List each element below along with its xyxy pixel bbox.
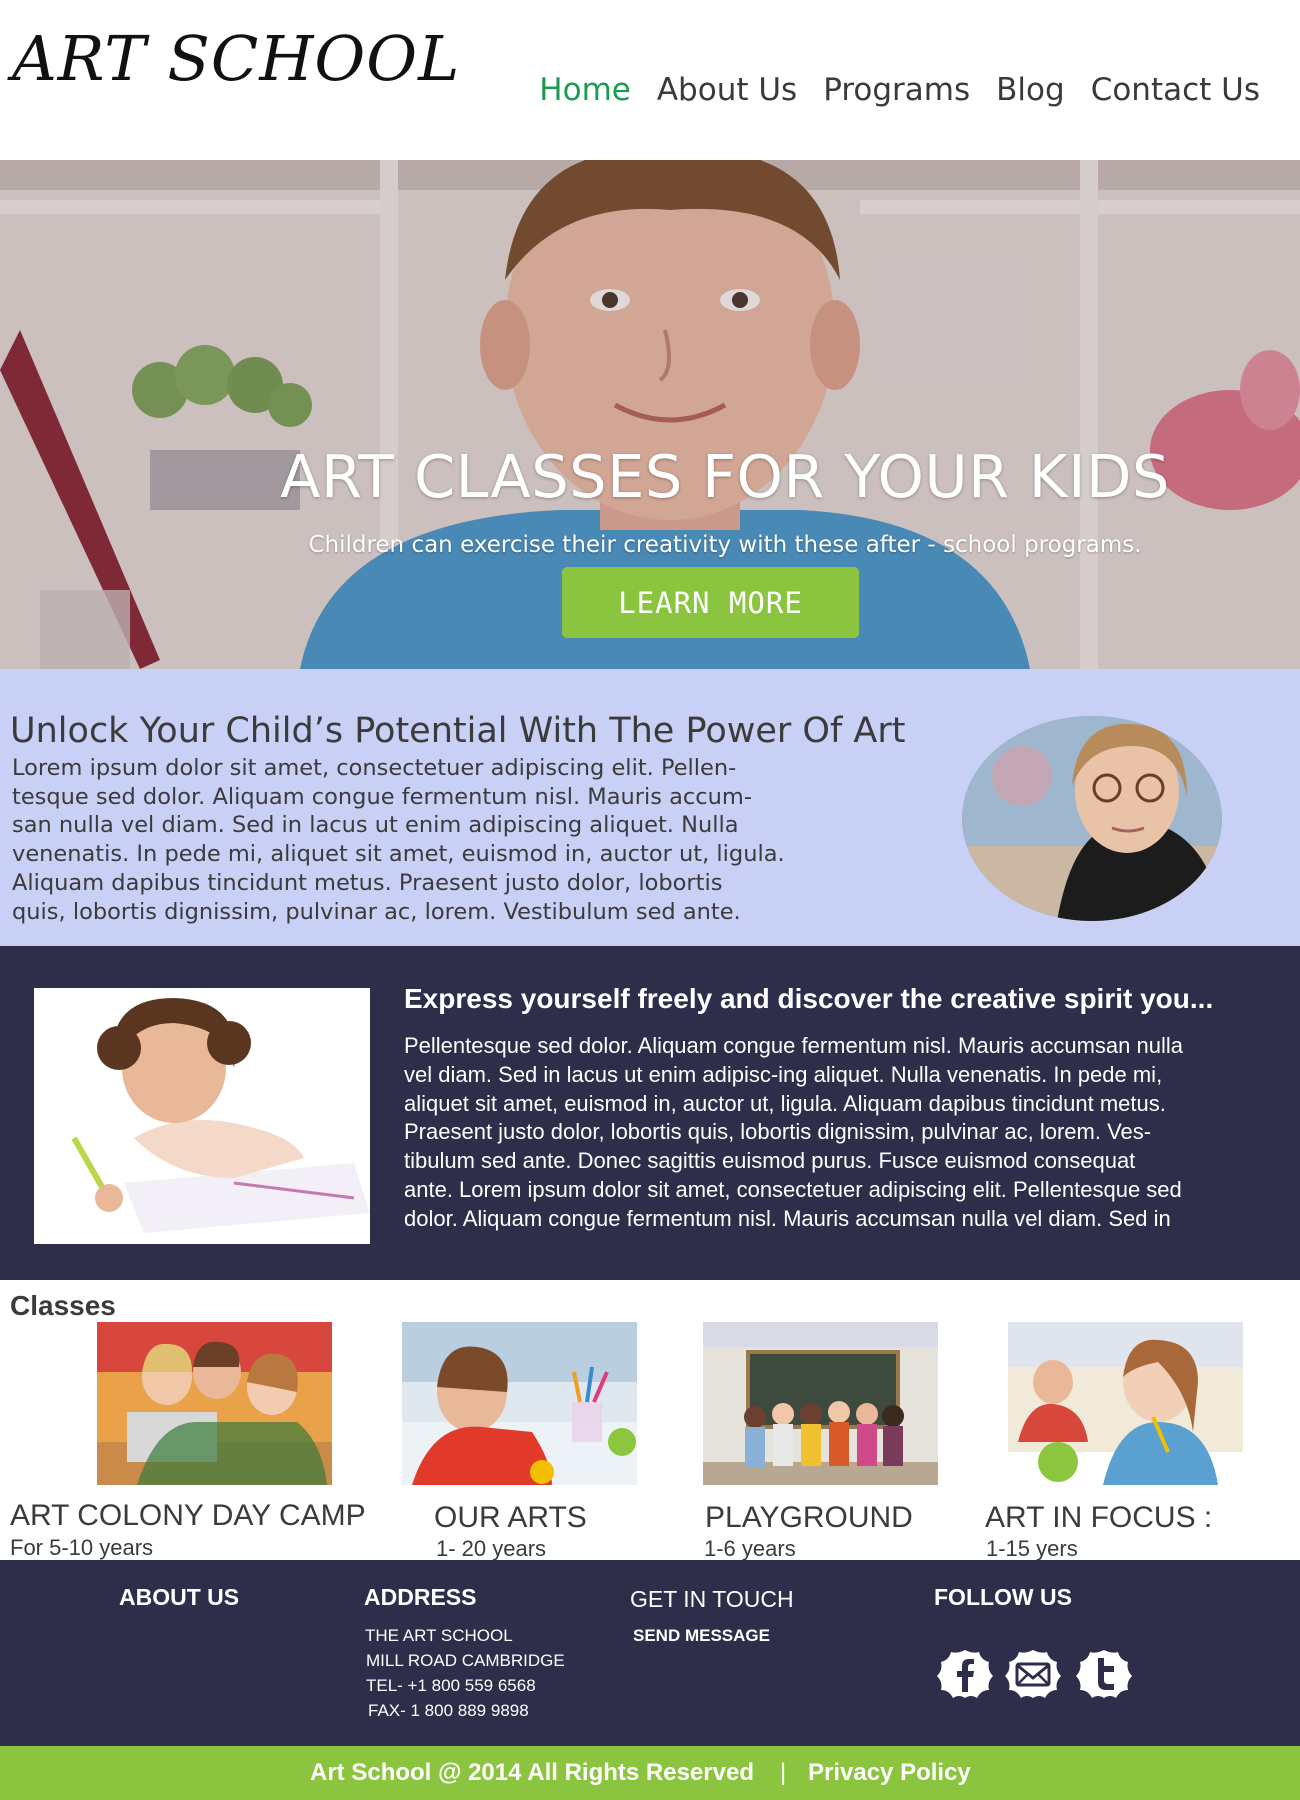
copyright-bar: Art School @ 2014 All Rights Reserved | … (0, 1746, 1300, 1800)
footer-about-heading[interactable]: ABOUT US (119, 1584, 239, 1611)
hero-title: ART CLASSES FOR YOUR KIDS (280, 442, 1170, 511)
unlock-line: venenatis. In pede mi, aliquet sit amet,… (12, 841, 785, 868)
express-line: ante. Lorem ipsum dolor sit amet, consec… (404, 1176, 1182, 1202)
classes-heading: Classes (10, 1290, 116, 1321)
unlock-line: Lorem ipsum dolor sit amet, consectetuer… (12, 755, 737, 781)
learn-more-button[interactable]: LEARN MORE (562, 567, 859, 638)
class-photo[interactable] (402, 1322, 637, 1485)
unlock-line: Aliquam dapibus tincidunt metus. Praesen… (12, 869, 723, 896)
twitter-icon[interactable] (1074, 1648, 1134, 1700)
nav-about-us[interactable]: About Us (657, 72, 797, 108)
unlock-line: san nulla vel diam. Sed in lacus ut enim… (12, 812, 739, 839)
site-header: ART SCHOOL Home About Us Programs Blog C… (0, 0, 1300, 160)
nav-blog[interactable]: Blog (996, 72, 1065, 108)
express-line: Praesent justo dolor, lobortis quis, lob… (404, 1119, 1152, 1145)
class-title[interactable]: ART COLONY DAY CAMP (10, 1499, 366, 1533)
address-line: FAX- 1 800 889 9898 (368, 1701, 529, 1720)
facebook-icon[interactable] (935, 1648, 995, 1700)
nav-home[interactable]: Home (539, 72, 631, 108)
class-age: 1-15 yers (986, 1536, 1078, 1561)
child-drawing-photo (34, 988, 370, 1244)
hero-subtitle: Children can exercise their creativity w… (308, 532, 1142, 558)
address-line: TEL- +1 800 559 6568 (366, 1676, 536, 1695)
class-photo[interactable] (703, 1322, 938, 1485)
unlock-line: tesque sed dolor. Aliquam congue ferment… (12, 783, 752, 810)
girl-photo (962, 716, 1222, 921)
footer-address-heading: ADDRESS (364, 1584, 477, 1610)
footer-separator: | (780, 1759, 787, 1786)
class-age: For 5-10 years (10, 1535, 154, 1560)
unlock-title: Unlock Your Child’s Potential With The P… (10, 711, 906, 751)
express-line: vel diam. Sed in lacus ut enim adipisc-i… (404, 1061, 1163, 1087)
mail-icon[interactable] (1003, 1648, 1063, 1700)
hero-banner: ART CLASSES FOR YOUR KIDS Children can e… (0, 160, 1300, 669)
class-title[interactable]: OUR ARTS (434, 1501, 587, 1535)
express-line: dolor. Aliquam congue fermentum nisl. Ma… (404, 1205, 1171, 1231)
privacy-policy-link[interactable]: Privacy Policy (808, 1759, 971, 1787)
address-line: THE ART SCHOOL (365, 1626, 513, 1645)
express-line: aliquet sit amet, euismod in, auctor ut,… (404, 1090, 1166, 1116)
class-title[interactable]: PLAYGROUND (705, 1501, 913, 1535)
class-photo[interactable] (1008, 1322, 1243, 1485)
class-photo[interactable] (97, 1322, 332, 1485)
express-section: Express yourself freely and discover the… (0, 946, 1300, 1280)
express-line: Pellentesque sed dolor. Aliquam congue f… (404, 1033, 1183, 1058)
class-age: 1-6 years (704, 1536, 796, 1561)
copyright-text: Art School @ 2014 All Rights Reserved (310, 1759, 754, 1786)
nav-programs[interactable]: Programs (823, 72, 970, 108)
footer-follow-heading: FOLLOW US (934, 1584, 1072, 1610)
unlock-section: Unlock Your Child’s Potential With The P… (0, 669, 1300, 946)
class-title[interactable]: ART IN FOCUS : (985, 1501, 1212, 1535)
footer-touch-heading: GET IN TOUCH (630, 1586, 794, 1612)
nav-contact-us[interactable]: Contact Us (1091, 72, 1260, 108)
main-nav: Home About Us Programs Blog Contact Us (539, 72, 1260, 108)
site-footer: ABOUT US ADDRESS THE ART SCHOOL MILL ROA… (0, 1560, 1300, 1746)
unlock-line: quis, lobortis dignissim, pulvinar ac, l… (12, 898, 741, 925)
unlock-text: Lorem ipsum dolor sit amet, consectetuer… (12, 754, 832, 926)
address-line: MILL ROAD CAMBRIDGE (366, 1651, 565, 1670)
express-title: Express yourself freely and discover the… (404, 983, 1214, 1014)
send-message-link[interactable]: SEND MESSAGE (633, 1626, 770, 1646)
express-line: tibulum sed ante. Donec sagittis euismod… (404, 1148, 1136, 1174)
express-text: Pellentesque sed dolor. Aliquam congue f… (404, 1032, 1284, 1234)
site-logo[interactable]: ART SCHOOL (12, 22, 460, 95)
class-age: 1- 20 years (436, 1536, 547, 1561)
